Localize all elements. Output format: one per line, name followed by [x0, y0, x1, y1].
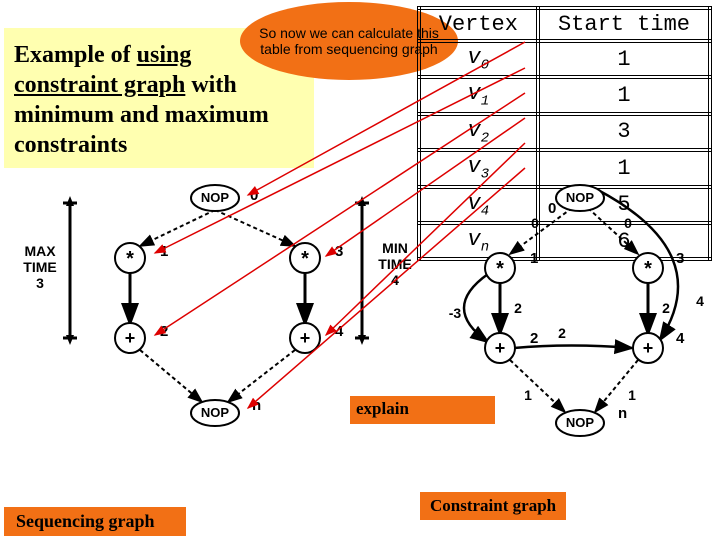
svg-text:NOP: NOP: [566, 190, 595, 205]
svg-text:*: *: [644, 258, 652, 280]
svg-text:TIME: TIME: [23, 259, 56, 275]
svg-text:0: 0: [624, 215, 632, 231]
svg-text:+: +: [125, 328, 136, 348]
mintime-label: MIN: [382, 240, 408, 256]
svg-text:-3: -3: [449, 305, 462, 321]
edge-back-neg3: [464, 274, 488, 342]
table-row: v11: [419, 77, 710, 113]
edge: [228, 350, 295, 402]
svg-text:3: 3: [335, 243, 343, 260]
svg-text:1: 1: [524, 387, 532, 403]
svg-text:+: +: [643, 338, 654, 358]
svg-text:0: 0: [548, 200, 556, 217]
edge: [510, 208, 572, 254]
edge: [140, 210, 215, 246]
svg-text:NOP: NOP: [201, 190, 230, 205]
svg-text:4: 4: [676, 330, 685, 347]
svg-text:3: 3: [36, 275, 44, 291]
edge: [140, 350, 202, 402]
svg-text:NOP: NOP: [201, 405, 230, 420]
svg-text:2: 2: [514, 300, 522, 316]
svg-text:TIME: TIME: [378, 256, 411, 272]
svg-text:NOP: NOP: [566, 415, 595, 430]
svg-text:n: n: [618, 405, 627, 422]
svg-text:0: 0: [250, 187, 258, 204]
constraint-graph-label: Constraint graph: [420, 492, 566, 520]
svg-text:2: 2: [530, 330, 538, 347]
svg-text:1: 1: [628, 387, 636, 403]
svg-text:4: 4: [391, 272, 399, 288]
svg-text:0: 0: [531, 215, 539, 231]
graphs-svg: MAX TIME 3 MIN TIME 4 NOP 0 * 1 * 3 +2 +4 N…: [0, 178, 720, 468]
svg-text:+: +: [495, 338, 506, 358]
edge: [595, 360, 638, 412]
svg-text:3: 3: [676, 250, 684, 267]
table-row: v01: [419, 41, 710, 77]
svg-text:*: *: [301, 248, 309, 270]
sequencing-graph-label: Sequencing graph: [4, 507, 186, 536]
th-start: Start time: [538, 8, 710, 41]
edge: [510, 360, 565, 412]
graphs-container: MAX TIME 3 MIN TIME 4 NOP 0 * 1 * 3 +2 +4 N…: [0, 178, 720, 468]
svg-text:2: 2: [662, 300, 670, 316]
svg-text:*: *: [126, 248, 134, 270]
svg-text:1: 1: [160, 243, 168, 260]
svg-text:2: 2: [160, 323, 168, 340]
svg-text:n: n: [252, 397, 261, 414]
title-text: Example of: [14, 42, 137, 68]
th-vertex: Vertex: [419, 8, 538, 41]
table-row: v23: [419, 114, 710, 150]
svg-text:4: 4: [696, 293, 704, 309]
svg-text:4: 4: [335, 323, 344, 340]
edge: [215, 210, 295, 246]
svg-text:+: +: [300, 328, 311, 348]
svg-text:2: 2: [558, 325, 566, 341]
svg-text:*: *: [496, 258, 504, 280]
svg-text:1: 1: [530, 250, 538, 267]
maxtime-label: MAX: [24, 243, 56, 259]
